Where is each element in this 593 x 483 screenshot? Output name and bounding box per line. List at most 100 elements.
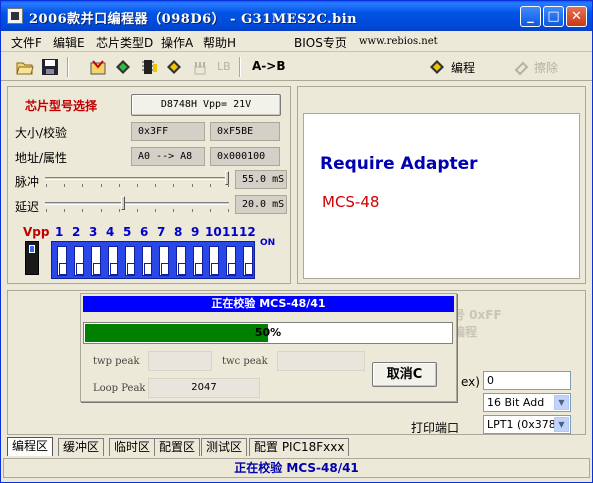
menu-website[interactable]: www.rebios.net [359, 36, 438, 47]
dip-switch-5[interactable] [125, 246, 135, 276]
verify-progress-dialog: 正在校验 MCS-48/41 50% twp peak twc peak Loo… [80, 293, 457, 402]
slider-tick [137, 184, 138, 187]
address-value: A0 --> A8 [131, 147, 205, 166]
twp-peak-label: twp peak [93, 356, 140, 367]
pulse-value: 55.0 mS [235, 170, 287, 189]
chip-heading: 芯片型号选择 [25, 99, 98, 113]
delay-slider-track[interactable] [45, 202, 229, 205]
dip-switch-6[interactable] [142, 246, 152, 276]
menu-help[interactable]: 帮助H [203, 34, 236, 51]
dip-switch-2[interactable] [74, 246, 84, 276]
program-button[interactable]: 编程 [451, 59, 475, 76]
menu-operate[interactable]: 操作A [161, 34, 193, 51]
chip-select-button[interactable]: D8748H Vpp= 21V [131, 94, 281, 116]
auto-icon[interactable] [165, 58, 183, 76]
verify-chip-icon[interactable] [140, 58, 158, 76]
dialog-title: 正在校验 MCS-48/41 [83, 296, 454, 312]
main-window: 2006款并口编程器（098D6） - G31MES2C.bin _ □ ✕ 文… [0, 0, 593, 483]
bit-mode-select[interactable]: 16 Bit Add ▼ [483, 393, 571, 412]
loop-peak-label: Loop Peak [93, 383, 146, 394]
dip-number: 6 [140, 225, 149, 239]
dip-switch-9[interactable] [193, 246, 203, 276]
dip-number: 1 [55, 225, 64, 239]
program-icon [428, 58, 446, 76]
maximize-button[interactable]: □ [543, 6, 564, 27]
tab-bar: 编程区 缓冲区 临时区 配置区 测试区 配置 PIC18Fxxx [7, 437, 586, 456]
partial-ff-text: 号 0xFF [453, 308, 502, 322]
vpp-switch[interactable] [25, 241, 39, 275]
slider-tick [100, 209, 102, 212]
print-port-label: 打印端口 [411, 421, 460, 435]
slider-tick [191, 184, 193, 187]
bit-mode-value: 16 Bit Add [487, 396, 545, 409]
slider-tick [64, 209, 66, 212]
toolbar-separator [67, 57, 69, 77]
dip-switch-4[interactable] [108, 246, 118, 276]
status-bar: 正在校验 MCS-48/41 [3, 458, 590, 478]
save-icon[interactable] [41, 58, 59, 76]
slider-tick [137, 209, 138, 212]
chevron-down-icon[interactable]: ▼ [554, 395, 569, 410]
vpp-switch-knob [29, 245, 35, 253]
hex-input[interactable]: 0 [483, 371, 571, 390]
window-title: 2006款并口编程器（098D6） - G31MES2C.bin [29, 12, 358, 27]
dip-switch-3[interactable] [91, 246, 101, 276]
dip-number: 2 [72, 225, 81, 239]
print-port-select[interactable]: LPT1 (0x378) ▼ [483, 415, 571, 434]
close-button[interactable]: ✕ [566, 6, 587, 27]
erase-button: 擦除 [534, 61, 559, 75]
title-bar[interactable]: 2006款并口编程器（098D6） - G31MES2C.bin _ □ ✕ [1, 1, 592, 31]
menu-bios[interactable]: BIOS专页 [294, 34, 347, 51]
lock-disabled-icon [191, 58, 209, 76]
twp-peak-value [148, 351, 212, 371]
address-attr-label: 地址/属性 [15, 151, 68, 165]
slider-tick [64, 184, 66, 187]
tab-3[interactable]: 配置区 [154, 438, 201, 456]
tab-4[interactable]: 测试区 [201, 438, 248, 456]
menu-bar: 文件F 编辑E 芯片类型D 操作A 帮助H BIOS专页 www.rebios.… [1, 31, 592, 52]
erase-icon [513, 58, 531, 76]
slider-tick [173, 209, 175, 212]
pulse-slider-track[interactable] [45, 177, 229, 180]
tab-0[interactable]: 编程区 [7, 437, 54, 456]
chevron-down-icon[interactable]: ▼ [554, 417, 569, 432]
menu-edit[interactable]: 编辑E [53, 34, 85, 51]
read-chip-icon[interactable] [89, 58, 107, 76]
slider-tick [228, 184, 229, 187]
pulse-slider-thumb[interactable] [225, 171, 229, 185]
delay-slider-thumb[interactable] [120, 196, 125, 210]
slider-tick [46, 184, 47, 187]
cancel-button[interactable]: 取消C [372, 362, 437, 387]
dip-number: 9 [191, 225, 200, 239]
slider-tick [82, 209, 84, 212]
lb-button: LB [217, 60, 231, 73]
tab-1[interactable]: 缓冲区 [58, 438, 105, 456]
dip-number: 3 [89, 225, 98, 239]
tab-5[interactable]: 配置 PIC18Fxxx [249, 438, 350, 456]
size-value: 0x3FF [131, 122, 205, 141]
menu-chip-type[interactable]: 芯片类型D [96, 34, 153, 51]
dip-switch-11[interactable] [226, 246, 236, 276]
minimize-button[interactable]: _ [520, 6, 541, 27]
dip-switch-10[interactable] [209, 246, 219, 276]
dip-switch-bank[interactable] [51, 241, 255, 279]
slider-tick [228, 209, 229, 212]
dip-number: 11 [222, 225, 239, 239]
dip-switch-12[interactable] [243, 246, 253, 276]
slider-tick [46, 209, 47, 212]
ab-copy-button[interactable]: A->B [252, 59, 285, 73]
progress-bar: 50% [83, 322, 453, 344]
dip-switch-8[interactable] [176, 246, 186, 276]
delay-label: 延迟 [15, 200, 40, 214]
print-port-value: LPT1 (0x378) [487, 418, 561, 431]
slider-tick [209, 184, 211, 187]
tab-2[interactable]: 临时区 [109, 438, 156, 456]
blank-check-icon[interactable] [114, 58, 132, 76]
dip-switch-1[interactable] [57, 246, 67, 276]
menu-file[interactable]: 文件F [11, 34, 42, 51]
open-folder-icon[interactable] [16, 58, 34, 76]
dip-switch-7[interactable] [159, 246, 169, 276]
app-icon [7, 8, 23, 24]
twc-peak-label: twc peak [222, 356, 268, 367]
checksum-value: 0xF5BE [210, 122, 280, 141]
